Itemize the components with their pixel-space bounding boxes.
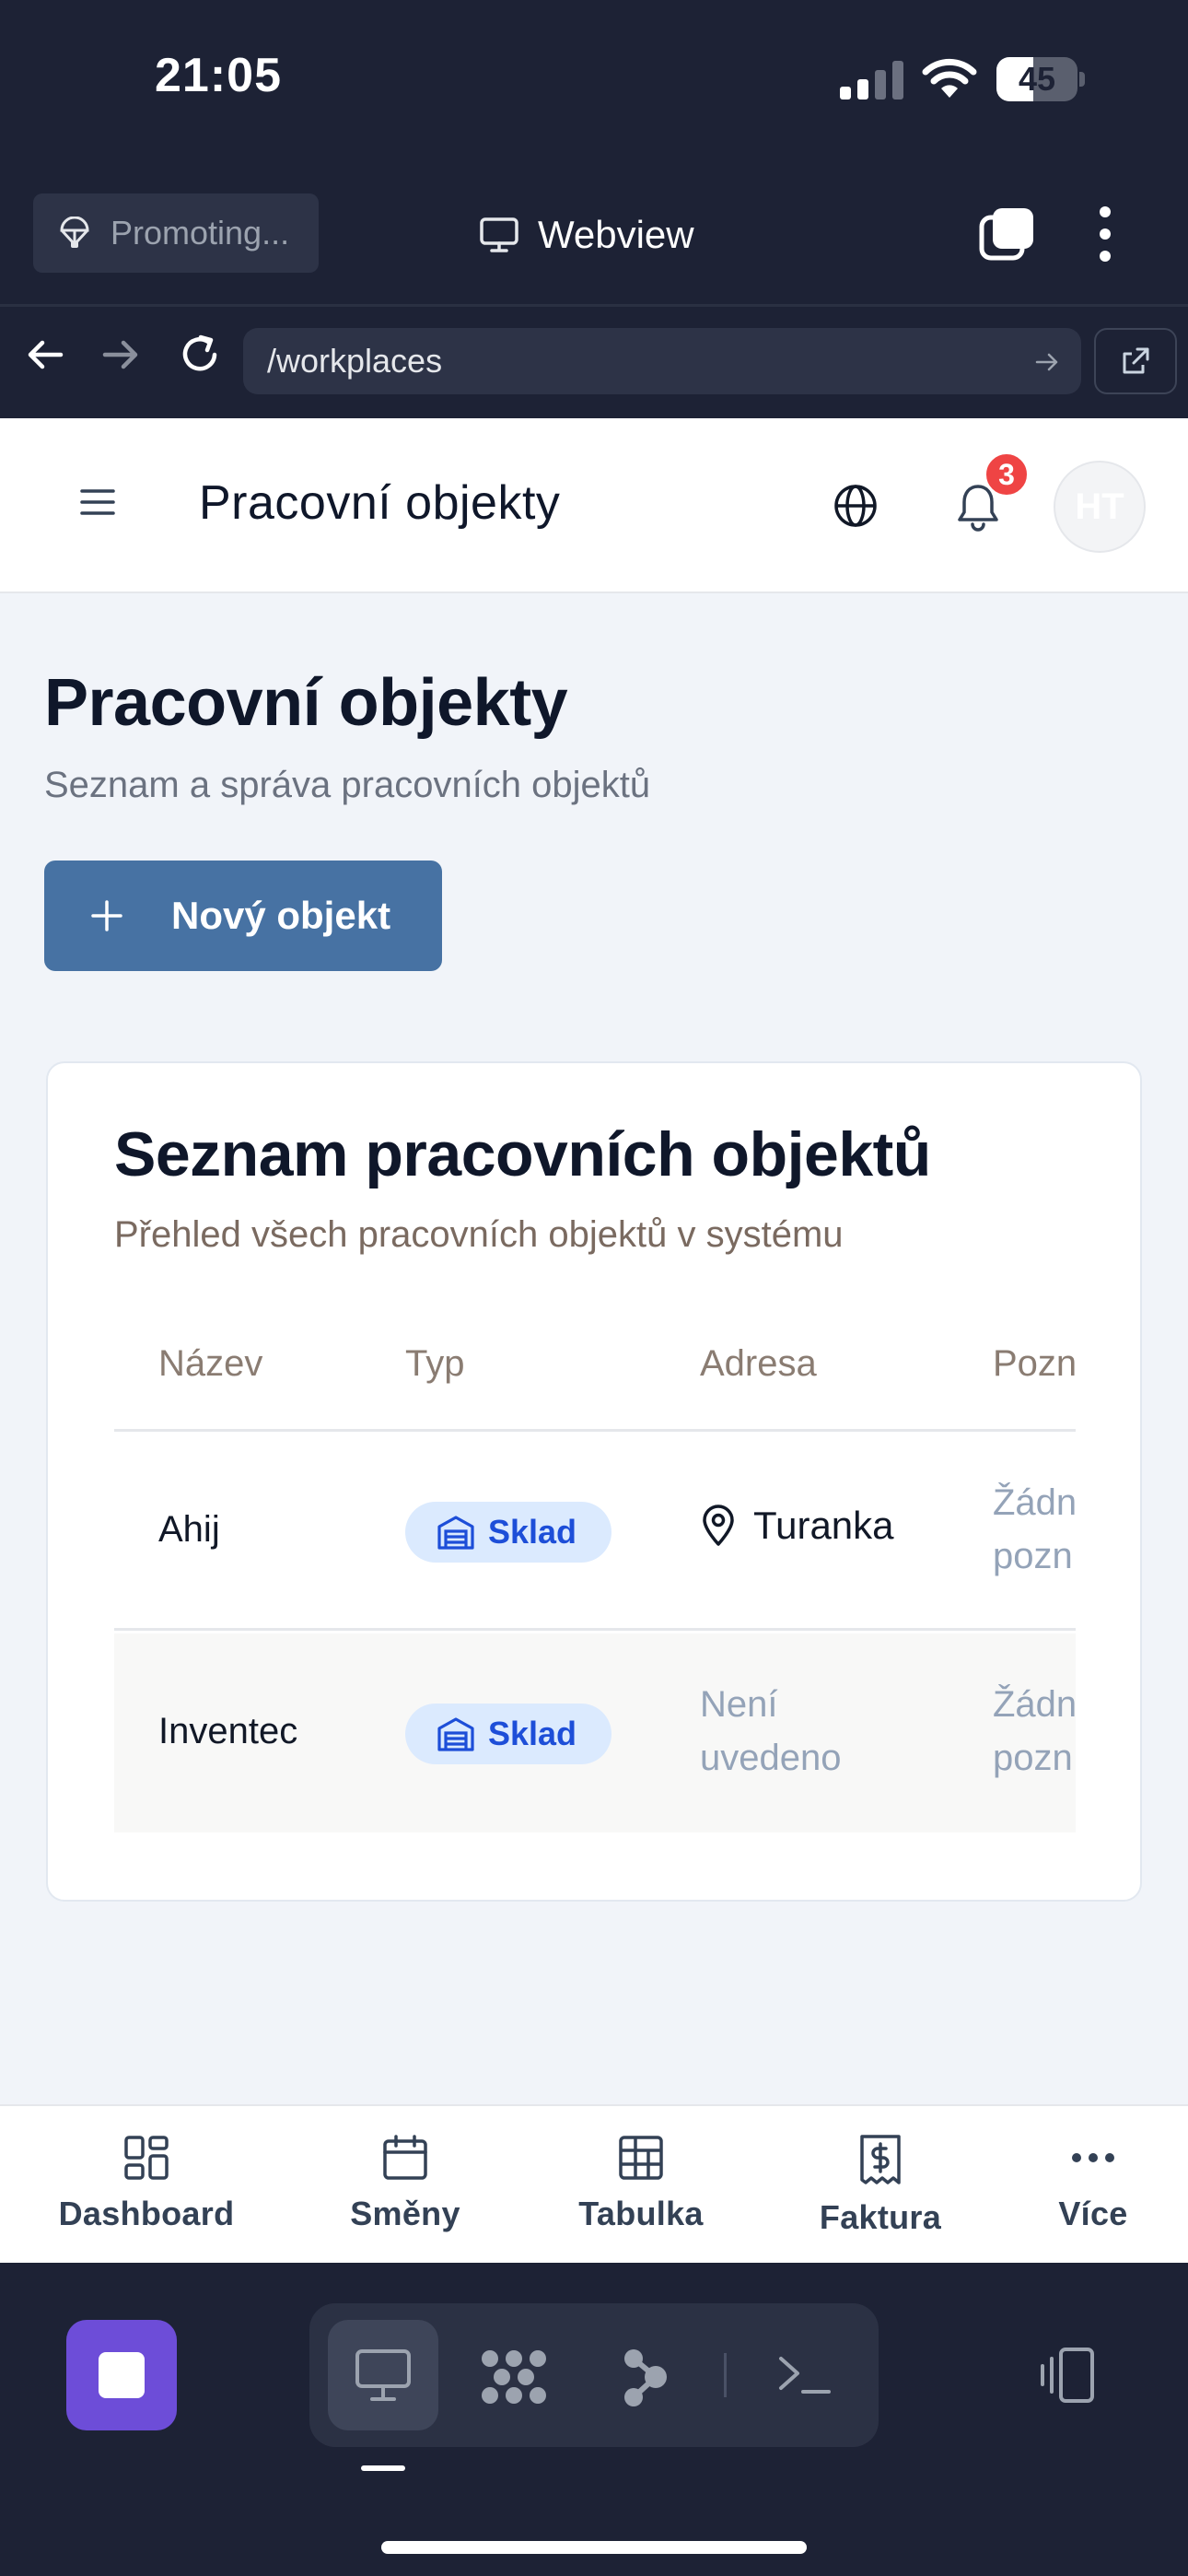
bottom-nav: Dashboard Směny Tabulka Faktura Více <box>0 2104 1188 2263</box>
row-address: Turanka <box>700 1504 894 1548</box>
url-input[interactable]: /workplaces <box>243 328 1081 394</box>
new-object-button[interactable]: Nový objekt <box>44 861 442 971</box>
promoting-label: Promoting... <box>111 214 290 252</box>
header-title: Pracovní objekty <box>199 476 561 530</box>
column-header-name[interactable]: Název <box>158 1343 262 1385</box>
more-vertical-icon[interactable] <box>1096 205 1114 263</box>
more-icon <box>1072 2153 1114 2162</box>
invoice-icon <box>860 2135 901 2184</box>
avatar[interactable]: HT <box>1054 461 1146 553</box>
go-arrow-icon[interactable] <box>1033 348 1061 376</box>
nav-label: Směny <box>350 2195 460 2232</box>
tabs-icon[interactable] <box>978 205 1037 263</box>
promoting-button[interactable]: Promoting... <box>33 193 319 273</box>
stop-icon <box>99 2352 145 2398</box>
flow-icon[interactable] <box>621 2348 672 2406</box>
nav-invoice[interactable]: Faktura <box>814 2134 947 2237</box>
battery-indicator: 45 <box>996 57 1085 101</box>
table-row[interactable]: Inventec Sklad Není uvedeno Žádn pozn <box>114 1633 1076 1832</box>
calendar-icon <box>383 2135 427 2180</box>
nav-table[interactable]: Tabulka <box>571 2134 711 2233</box>
type-badge: Sklad <box>405 1502 611 1563</box>
nav-more[interactable]: Více <box>1044 2134 1142 2233</box>
address-line: Není <box>700 1684 778 1725</box>
webview-title: Webview <box>479 203 694 267</box>
new-object-label: Nový objekt <box>171 894 391 937</box>
menu-icon[interactable] <box>79 486 116 519</box>
nav-label: Dashboard <box>58 2195 235 2232</box>
home-indicator[interactable] <box>381 2541 807 2554</box>
note-line: Žádn <box>993 1684 1076 1725</box>
nav-label: Více <box>1058 2195 1128 2232</box>
device-rotate-icon[interactable] <box>1033 2346 1100 2405</box>
globe-icon[interactable] <box>831 481 880 531</box>
parachute-icon <box>60 217 89 248</box>
stop-button[interactable] <box>66 2320 177 2430</box>
note-line: pozn <box>993 1738 1073 1778</box>
nav-label: Tabulka <box>578 2195 704 2232</box>
map-pin-icon <box>703 1505 734 1546</box>
nav-dashboard[interactable]: Dashboard <box>57 2134 236 2233</box>
grid-dots-icon[interactable] <box>479 2348 549 2406</box>
row-name: Ahij <box>158 1509 220 1550</box>
nav-shifts[interactable]: Směny <box>343 2134 468 2233</box>
nav-label: Faktura <box>819 2198 942 2236</box>
plus-icon <box>91 900 122 931</box>
webview-title-label: Webview <box>538 213 694 256</box>
row-name: Inventec <box>158 1711 298 1751</box>
table-row[interactable]: Ahij Sklad Turanka Žádn pozn <box>114 1432 1076 1631</box>
row-note: Žádn pozn <box>993 1678 1076 1785</box>
active-indicator <box>361 2465 405 2471</box>
column-header-address[interactable]: Adresa <box>700 1343 817 1385</box>
warehouse-icon <box>437 1717 474 1751</box>
wifi-icon <box>921 57 978 100</box>
open-external-button[interactable] <box>1094 328 1177 394</box>
switcher-divider <box>724 2353 727 2397</box>
row-address: Není uvedeno <box>700 1678 841 1785</box>
warehouse-icon <box>437 1516 474 1550</box>
card-title: Seznam pracovních objektů <box>114 1119 931 1189</box>
note-line: pozn <box>993 1536 1073 1576</box>
page-title: Pracovní objekty <box>44 666 568 740</box>
forward-icon[interactable] <box>98 332 144 378</box>
reload-icon[interactable] <box>177 332 223 378</box>
column-header-note[interactable]: Pozn <box>993 1343 1076 1385</box>
card-subtitle: Přehled všech pracovních objektů v systé… <box>114 1214 844 1255</box>
type-badge: Sklad <box>405 1704 611 1764</box>
url-text: /workplaces <box>267 342 443 380</box>
back-icon[interactable] <box>22 332 68 378</box>
address-label: Turanka <box>753 1504 894 1547</box>
dashboard-icon <box>124 2136 169 2180</box>
external-link-icon <box>1123 347 1149 374</box>
app-header <box>0 418 1188 593</box>
status-time: 21:05 <box>155 49 282 102</box>
workplaces-table[interactable]: Název Typ Adresa Pozn Ahij Sklad Turanka… <box>114 1310 1076 1833</box>
type-label: Sklad <box>488 1715 577 1752</box>
avatar-initials: HT <box>1075 486 1124 527</box>
row-note: Žádn pozn <box>993 1476 1076 1583</box>
monitor-icon <box>480 217 518 252</box>
address-line: uvedeno <box>700 1738 842 1778</box>
table-header: Název Typ Adresa Pozn <box>114 1310 1076 1432</box>
cellular-signal-icon <box>840 61 904 100</box>
column-header-type[interactable]: Typ <box>405 1343 464 1385</box>
note-line: Žádn <box>993 1482 1076 1523</box>
page-subtitle: Seznam a správa pracovních objektů <box>44 765 651 805</box>
table-icon <box>619 2136 663 2180</box>
type-label: Sklad <box>488 1513 577 1551</box>
monitor-mode-icon[interactable] <box>354 2348 413 2403</box>
terminal-icon[interactable] <box>775 2348 834 2403</box>
notification-badge: 3 <box>984 451 1030 498</box>
